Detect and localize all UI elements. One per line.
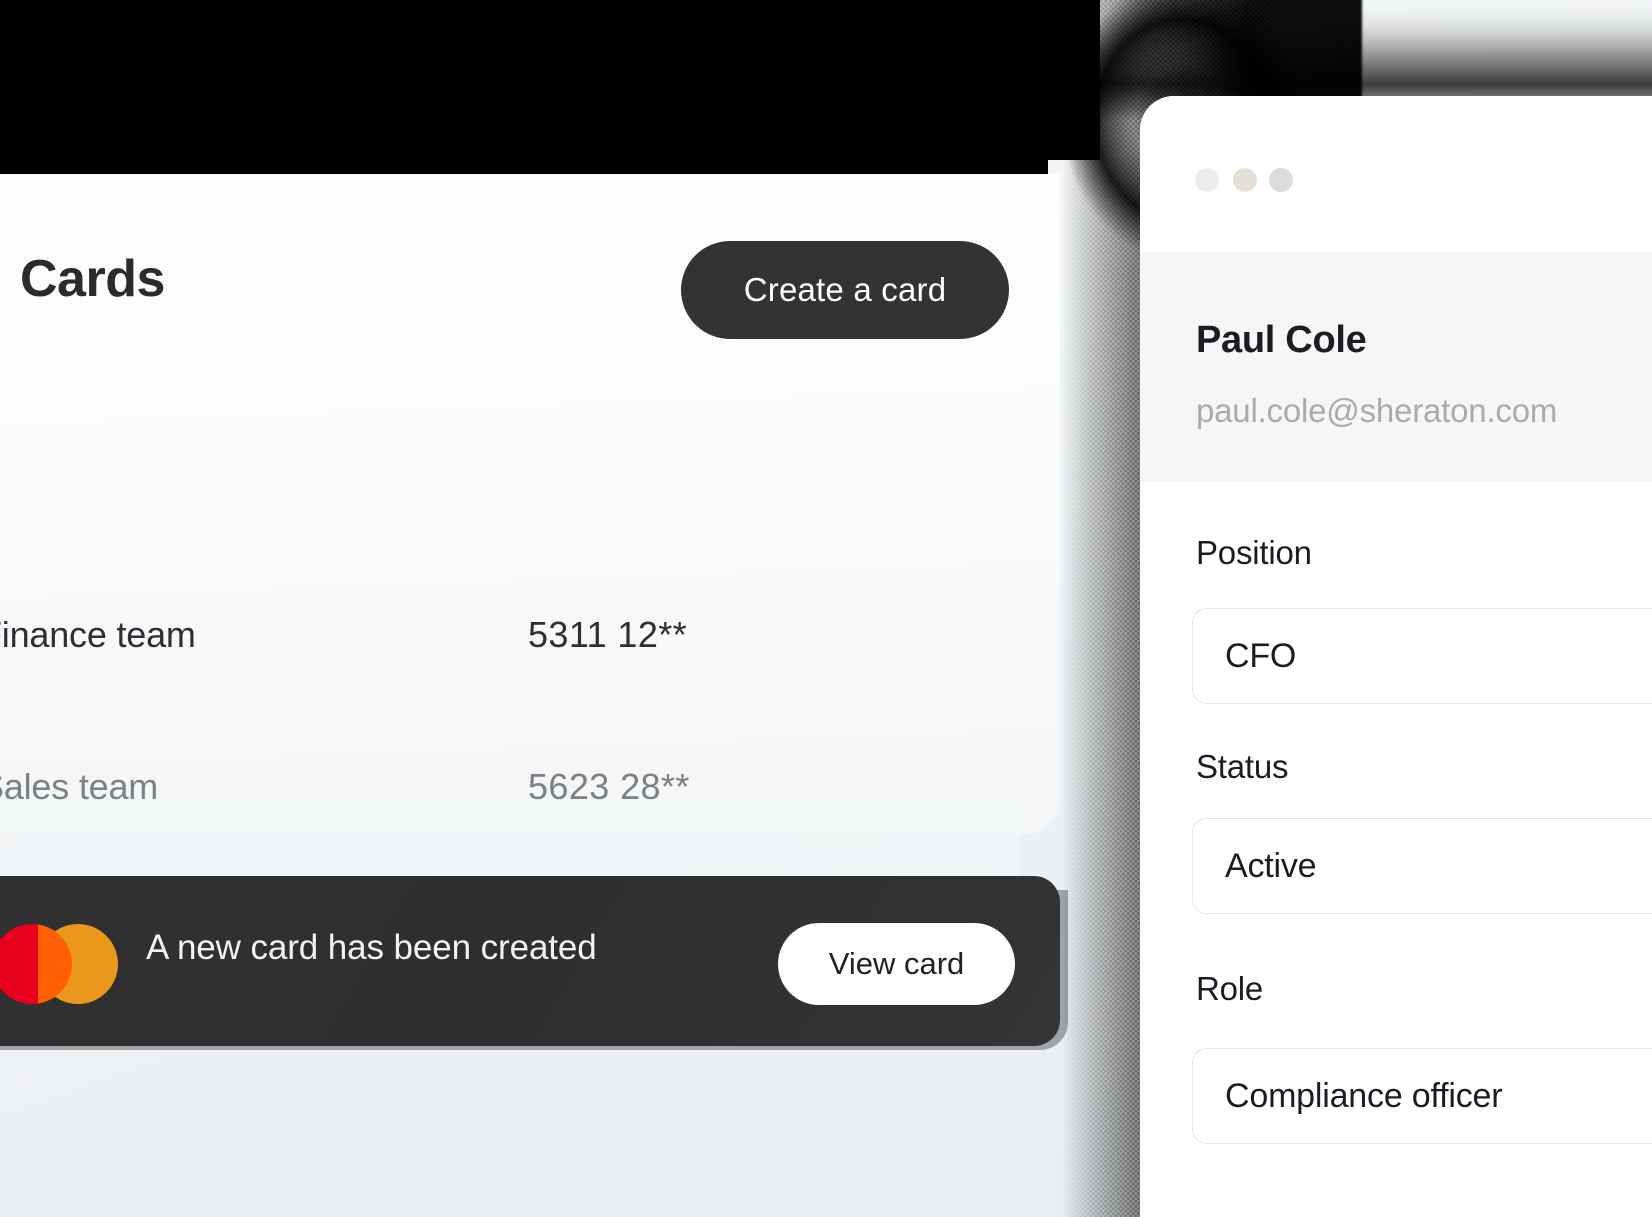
position-field[interactable]: CFO bbox=[1192, 608, 1652, 704]
status-field-label: Status bbox=[1196, 748, 1289, 785]
app-screenshot: Finance team 5311 12** Sales team 5623 2… bbox=[0, 0, 1652, 1217]
page-title: Cards bbox=[20, 250, 165, 308]
table-row[interactable]: Finance team 5311 12** bbox=[0, 594, 1020, 746]
profile-name: Paul Cole bbox=[1196, 319, 1367, 361]
window-dot-icon[interactable] bbox=[1195, 168, 1219, 192]
profile-header bbox=[1140, 252, 1652, 482]
view-card-button[interactable]: View card bbox=[778, 923, 1015, 1005]
role-field-value: Compliance officer bbox=[1225, 1077, 1503, 1115]
position-field-label: Position bbox=[1196, 534, 1312, 571]
role-field-label: Role bbox=[1196, 970, 1264, 1007]
create-card-button[interactable]: Create a card bbox=[681, 241, 1009, 339]
status-field[interactable]: Active bbox=[1192, 818, 1652, 914]
toast-message: A new card has been created bbox=[146, 928, 597, 967]
window-dot-icon[interactable] bbox=[1233, 168, 1257, 192]
profile-email: paul.cole@sheraton.com bbox=[1196, 392, 1558, 429]
mastercard-icon bbox=[0, 924, 140, 1004]
role-field[interactable]: Compliance officer bbox=[1192, 1048, 1652, 1144]
window-controls bbox=[1195, 168, 1315, 194]
top-black-band-step bbox=[0, 160, 1048, 174]
card-number-value: 5311 12** bbox=[528, 614, 688, 655]
toast-notification: A new card has been created View card bbox=[0, 876, 1060, 1046]
window-dot-icon[interactable] bbox=[1269, 168, 1293, 192]
position-field-value: CFO bbox=[1225, 637, 1297, 675]
card-number-value: 5623 28** bbox=[528, 766, 690, 807]
card-team-label: Finance team bbox=[0, 614, 196, 655]
user-detail-panel: Paul Cole paul.cole@sheraton.com Positio… bbox=[1140, 96, 1652, 1217]
card-team-label: Sales team bbox=[0, 766, 159, 807]
top-black-band bbox=[0, 0, 1100, 160]
status-field-value: Active bbox=[1225, 847, 1317, 885]
